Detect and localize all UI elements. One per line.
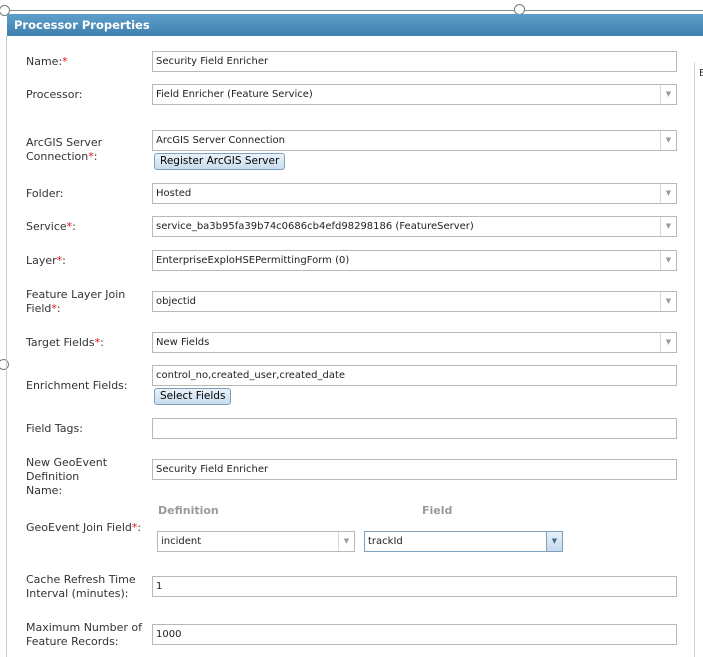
processor-select[interactable]: Field Enricher (Feature Service) ▼: [152, 84, 677, 105]
target-fields-select[interactable]: New Fields ▼: [152, 332, 677, 353]
cache-refresh-label: Cache Refresh Time Interval (minutes):: [26, 573, 136, 600]
cache-refresh-input[interactable]: 1: [152, 576, 677, 597]
processor-label: Processor:: [26, 88, 83, 101]
join-field-select[interactable]: objectid ▼: [152, 291, 677, 312]
dialog-left-border: [6, 36, 7, 657]
join-field-label: Feature Layer Join Field*:: [26, 288, 126, 315]
layer-select[interactable]: EnterpriseExploHSEPermittingForm (0) ▼: [152, 250, 677, 271]
chevron-down-icon[interactable]: ▼: [338, 532, 354, 551]
geoevent-def-name-input[interactable]: Security Field Enricher: [152, 459, 677, 480]
field-tags-label: Field Tags:: [26, 422, 83, 435]
field-column-header: Field: [422, 504, 453, 517]
chevron-down-icon[interactable]: ▼: [660, 333, 676, 352]
panel-divider: [694, 62, 695, 657]
resize-handle-middle-left[interactable]: [0, 359, 9, 370]
geoevent-join-field-label: GeoEvent Join Field*:: [26, 521, 142, 534]
enrichment-fields-input[interactable]: control_no,created_user,created_date: [152, 365, 677, 386]
side-panel-letter: E: [699, 68, 703, 79]
service-label: Service*:: [26, 220, 76, 233]
enrichment-fields-label: Enrichment Fields:: [26, 379, 128, 392]
field-select[interactable]: trackId ▼: [364, 531, 563, 552]
chevron-down-icon[interactable]: ▼: [660, 184, 676, 203]
name-input[interactable]: Security Field Enricher: [152, 51, 677, 72]
register-server-button[interactable]: Register ArcGIS Server: [154, 153, 286, 170]
dialog-title: Processor Properties: [14, 18, 150, 32]
server-connection-label: ArcGIS Server Connection*:: [26, 136, 103, 163]
select-fields-button[interactable]: Select Fields: [154, 388, 232, 405]
max-records-label: Maximum Number of Feature Records:: [26, 621, 142, 648]
chevron-down-icon[interactable]: ▼: [660, 131, 676, 150]
folder-label: Folder:: [26, 187, 64, 200]
chevron-down-icon[interactable]: ▼: [660, 292, 676, 311]
chevron-down-icon[interactable]: ▼: [660, 217, 676, 236]
field-tags-input[interactable]: [152, 418, 677, 439]
service-select[interactable]: service_ba3b95fa39b74c0686cb4efd98298186…: [152, 216, 677, 237]
target-fields-label: Target Fields*:: [26, 336, 104, 349]
definition-column-header: Definition: [158, 504, 219, 517]
max-records-input[interactable]: 1000: [152, 624, 677, 645]
server-connection-select[interactable]: ArcGIS Server Connection ▼: [152, 130, 677, 151]
selection-frame-line: [0, 10, 703, 11]
layer-label: Layer*:: [26, 254, 66, 267]
chevron-down-icon[interactable]: ▼: [660, 251, 676, 270]
geoevent-def-name-label: New GeoEvent Definition Name:: [26, 456, 108, 497]
chevron-down-icon[interactable]: ▼: [660, 85, 676, 104]
dialog-title-bar[interactable]: Processor Properties: [7, 14, 703, 36]
chevron-down-icon[interactable]: ▼: [546, 532, 562, 551]
folder-select[interactable]: Hosted ▼: [152, 183, 677, 204]
definition-select[interactable]: incident ▼: [157, 531, 355, 552]
name-label: Name:*: [26, 55, 68, 68]
